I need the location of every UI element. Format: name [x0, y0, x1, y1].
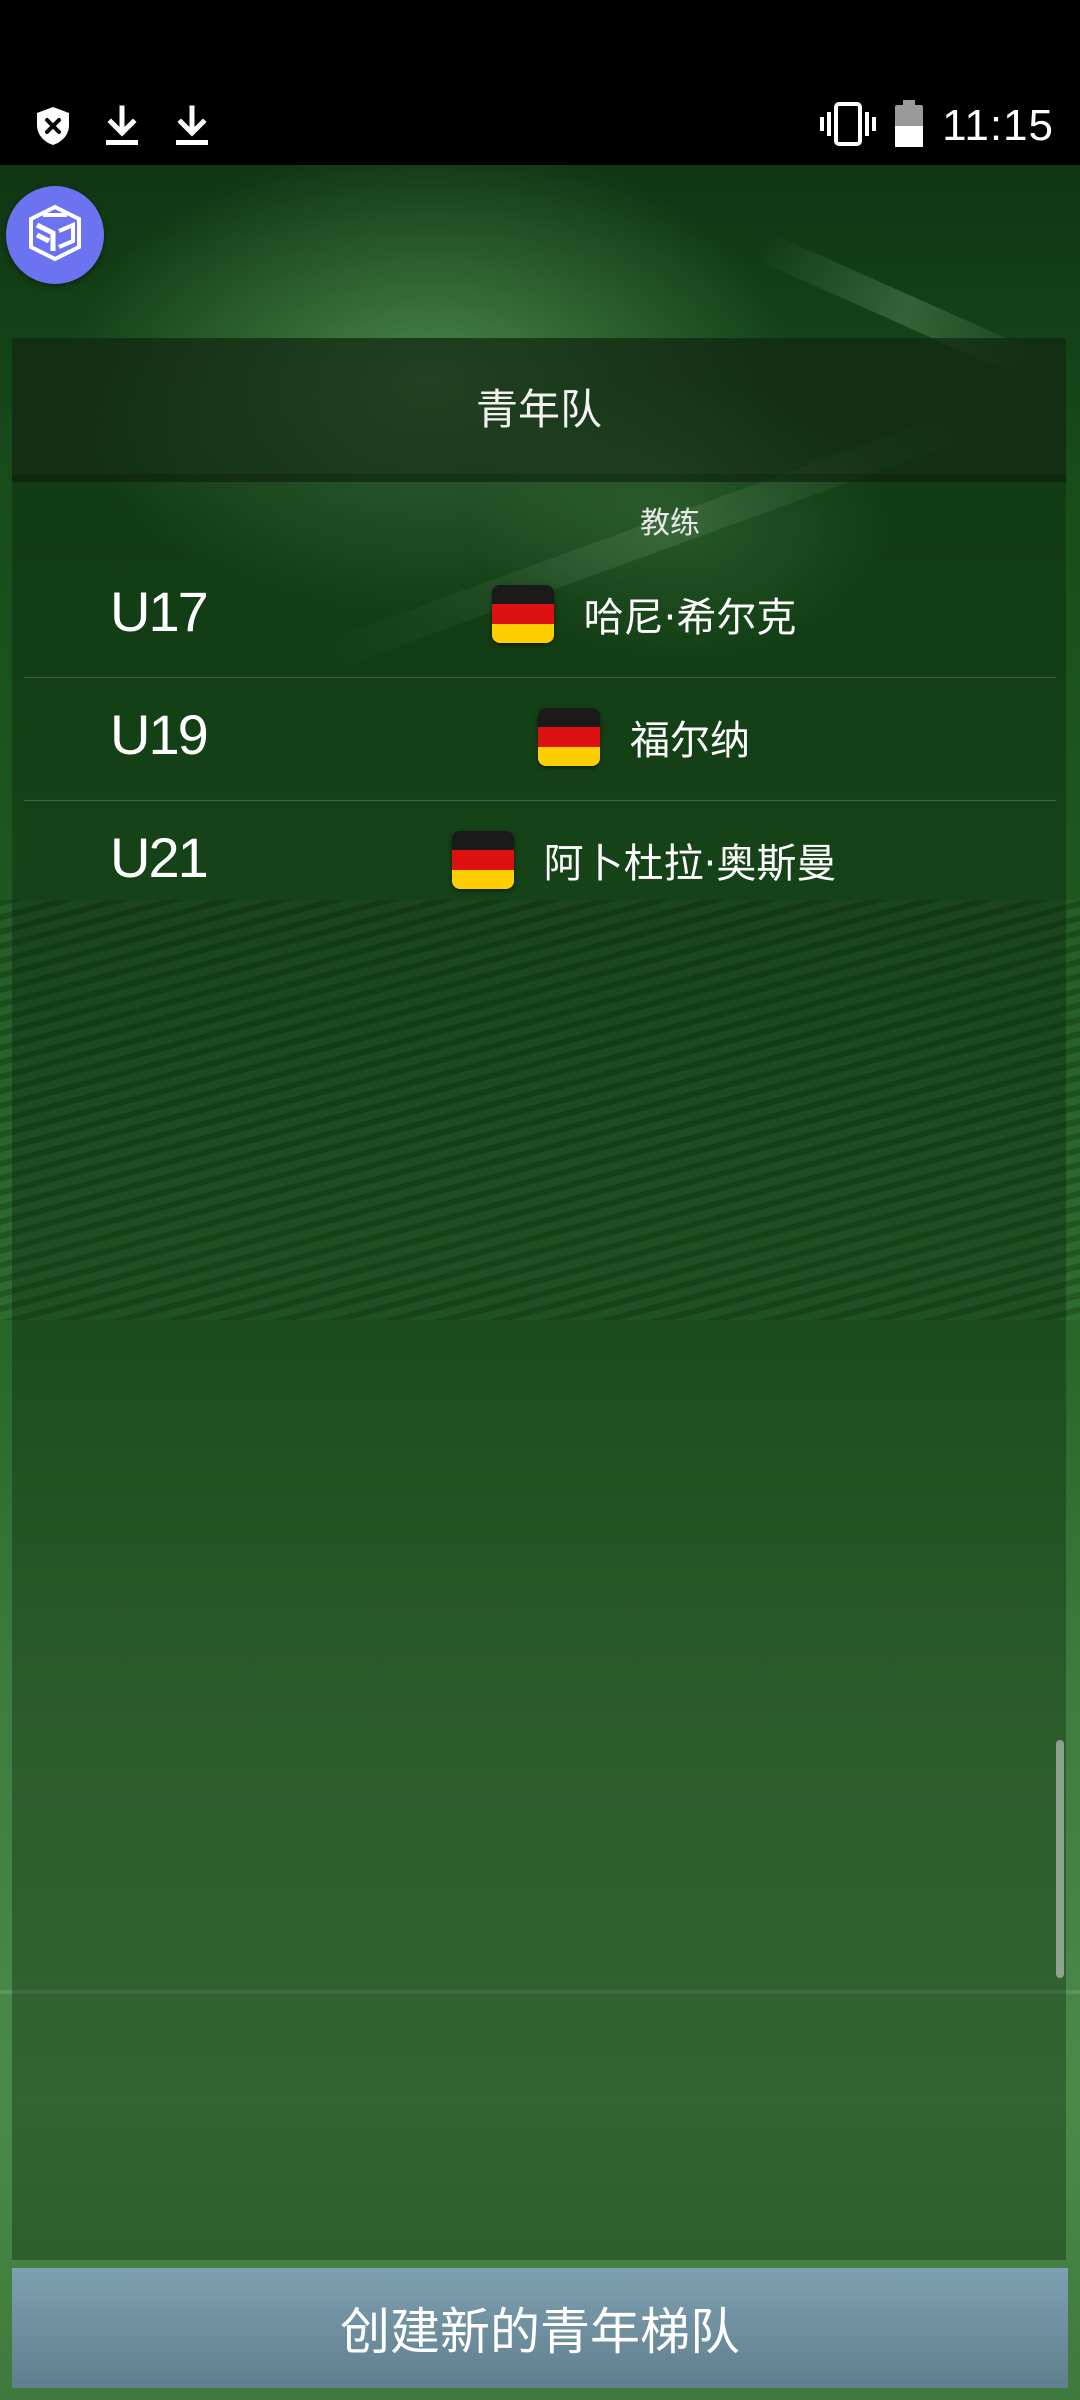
team-row-u21[interactable]: U21 阿卜杜拉·奥斯曼 — [24, 801, 1056, 923]
team-row-u17[interactable]: U17 哈尼·希尔克 — [24, 555, 1056, 678]
team-code: U21 — [110, 826, 209, 889]
cube-logo-icon — [23, 201, 87, 269]
create-youth-team-button[interactable]: 创建新的青年梯队 — [12, 2268, 1068, 2388]
team-row-u19[interactable]: U19 福尔纳 — [24, 678, 1056, 801]
panel-header: 青年队 — [12, 338, 1066, 482]
germany-flag-icon — [451, 831, 514, 889]
status-bar-left-icons — [34, 104, 212, 152]
screen: 11:15 青年队 教练 U17 哈尼·希尔克 U19 福尔纳 U21 阿卜杜拉… — [0, 0, 1080, 2400]
coach-column-header: 教练 — [640, 506, 700, 541]
germany-flag-icon — [491, 585, 554, 643]
battery-icon — [894, 100, 924, 152]
coach-name: 阿卜杜拉·奥斯曼 — [543, 841, 837, 887]
panel-title: 青年队 — [475, 384, 602, 434]
app-logo-button[interactable] — [6, 186, 104, 284]
vibrate-icon — [820, 102, 877, 150]
germany-flag-icon — [538, 708, 600, 766]
team-list: U17 哈尼·希尔克 U19 福尔纳 U21 阿卜杜拉·奥斯曼 — [24, 555, 1056, 923]
coach-info: 哈尼·希尔克 — [324, 585, 964, 643]
download-icon — [102, 104, 142, 152]
team-code: U19 — [110, 703, 209, 766]
download-icon — [172, 104, 212, 152]
coach-name: 福尔纳 — [630, 718, 750, 764]
coach-name: 哈尼·希尔克 — [583, 595, 797, 641]
coach-info: 阿卜杜拉·奥斯曼 — [324, 831, 964, 889]
status-bar: 11:15 — [0, 0, 1080, 165]
shield-x-icon — [34, 105, 72, 151]
coach-info: 福尔纳 — [324, 708, 964, 766]
status-time: 11:15 — [942, 101, 1054, 150]
team-code: U17 — [110, 580, 209, 643]
scrollbar[interactable] — [1056, 1740, 1064, 1978]
status-bar-right: 11:15 — [820, 100, 1054, 152]
